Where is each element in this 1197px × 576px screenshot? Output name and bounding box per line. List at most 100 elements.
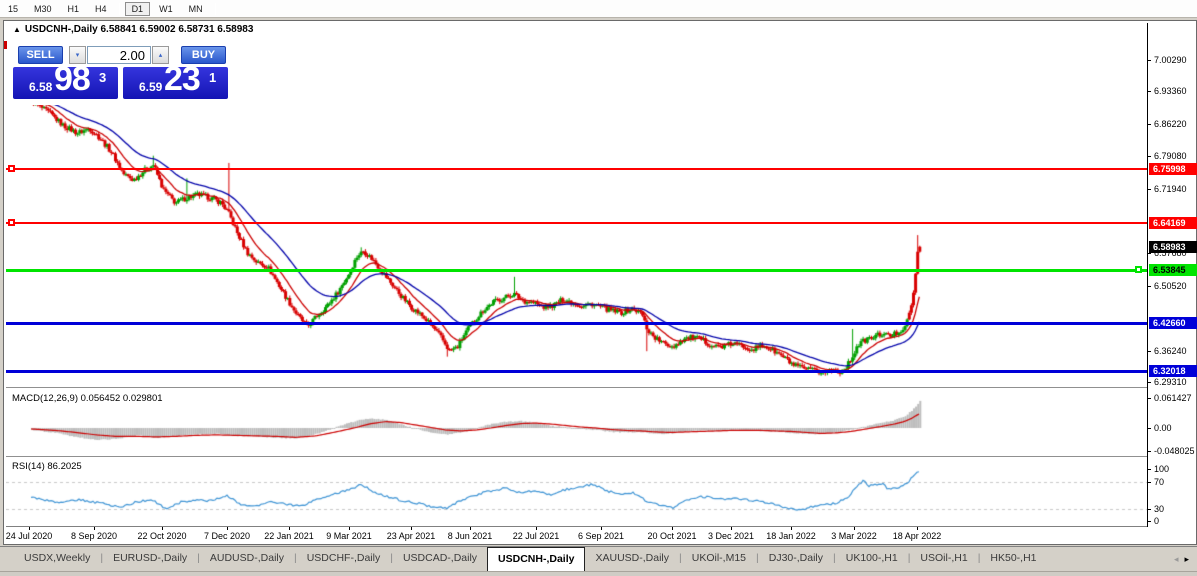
date-axis-label: 7 Dec 2020 [204,531,250,541]
rsi-indicator-canvas[interactable] [6,459,1147,526]
tab-xauusd-daily[interactable]: XAUUSD-,Daily [585,547,679,571]
price-badge: 6.64169 [1149,217,1197,229]
timeframe-button-h4[interactable]: H4 [88,2,114,16]
price-axis-tick [1147,124,1151,125]
tab-scroll-buttons: ◂▸ [1174,547,1197,571]
tab-usoil-h1[interactable]: USOil-,H1 [910,547,977,571]
price-axis-label: 6.71940 [1154,184,1187,194]
line-handle[interactable] [1135,266,1142,273]
date-axis-tick [672,527,673,530]
timeframe-button-h1[interactable]: H1 [61,2,87,16]
date-axis-tick [601,527,602,530]
date-axis-label: 22 Jul 2021 [513,531,560,541]
tab-ukoil-m15[interactable]: UKOil-,M15 [682,547,756,571]
price-axis-label: 6.29310 [1154,377,1187,387]
date-axis-tick [854,527,855,530]
volume-input[interactable] [87,46,151,64]
rsi-indicator-label: RSI(14) 86.2025 [12,461,82,472]
tab-scroll-right-icon[interactable]: ▸ [1184,554,1189,565]
indicator-axis-tick [1147,398,1151,399]
price-badge: 6.32018 [1149,365,1197,377]
horizontal-line-6.64169[interactable] [6,222,1147,224]
buy-price-big: 23 [164,60,200,99]
buy-price-small: 6.59 [139,80,162,94]
date-axis-tick [791,527,792,530]
date-axis-tick [411,527,412,530]
date-axis-tick [29,527,30,530]
indicator-axis-tick [1147,509,1151,510]
sell-price-sup: 3 [99,70,106,85]
tab-hk50-h1[interactable]: HK50-,H1 [980,547,1046,571]
price-axis-tick [1147,189,1151,190]
indicator-axis-label: 30 [1154,504,1164,514]
horizontal-line-6.42660[interactable] [6,322,1147,325]
horizontal-line-6.53845[interactable] [6,269,1147,272]
indicator-axis-tick [1147,451,1151,452]
horizontal-line-6.75998[interactable] [6,168,1147,170]
date-axis-tick [289,527,290,530]
timeframe-button-w1[interactable]: W1 [152,2,180,16]
price-badge: 6.58983 [1149,241,1197,253]
indicator-axis-tick [1147,521,1151,522]
indicator-axis-tick [1147,482,1151,483]
date-axis-label: 9 Mar 2021 [326,531,372,541]
rsi-panel-splitter[interactable] [6,456,1147,458]
bottom-strip [0,571,1197,576]
line-handle[interactable] [8,165,15,172]
price-badge: 6.42660 [1149,317,1197,329]
buy-price-box[interactable]: 6.59 23 1 [123,67,228,99]
price-axis-label: 6.79080 [1154,151,1187,161]
price-axis-tick [1147,286,1151,287]
sell-price-box[interactable]: 6.58 98 3 [13,67,118,99]
tab-dj30-daily[interactable]: DJ30-,Daily [759,547,833,571]
date-axis-tick [349,527,350,530]
date-axis-label: 22 Jan 2021 [264,531,314,541]
date-axis-label: 8 Jun 2021 [448,531,493,541]
date-axis-tick [731,527,732,530]
price-axis-label: 6.36240 [1154,346,1187,356]
date-axis-tick [536,527,537,530]
price-axis-tick [1147,351,1151,352]
tab-uk100-h1[interactable]: UK100-,H1 [836,547,908,571]
indicator-axis-tick [1147,469,1151,470]
indicator-axis-label: 100 [1154,464,1169,474]
tab-usdcad-daily[interactable]: USDCAD-,Daily [393,547,487,571]
timeframe-button-mn[interactable]: MN [182,2,210,16]
tab-eurusd-daily[interactable]: EURUSD-,Daily [103,547,197,571]
chart-window: ▲USDCNH-,Daily 6.58841 6.59002 6.58731 6… [3,20,1197,545]
tab-scroll-left-icon[interactable]: ◂ [1174,554,1179,565]
date-axis-label: 20 Oct 2021 [647,531,696,541]
mt4-application: 15M30H1H4 D1W1MN ▲USDCNH-,Daily 6.58841 6… [0,0,1197,576]
price-badge: 6.75998 [1149,163,1197,175]
date-axis-label: 3 Dec 2021 [708,531,754,541]
price-axis-label: 6.50520 [1154,281,1187,291]
date-axis-tick [917,527,918,530]
horizontal-line-6.32018[interactable] [6,370,1147,373]
macd-panel-splitter[interactable] [6,387,1147,389]
date-axis-tick [227,527,228,530]
date-axis-label: 22 Oct 2020 [137,531,186,541]
price-axis-label: 6.86220 [1154,119,1187,129]
date-axis-tick [94,527,95,530]
timeframe-toolbar: 15M30H1H4 D1W1MN [0,0,1197,18]
line-handle[interactable] [8,219,15,226]
tab-audusd-daily[interactable]: AUDUSD-,Daily [200,547,294,571]
date-axis-tick [470,527,471,530]
tab-usdcnh-daily[interactable]: USDCNH-,Daily [487,547,585,571]
tab-usdchf-daily[interactable]: USDCHF-,Daily [297,547,391,571]
macd-indicator-canvas[interactable] [6,391,1147,456]
sell-price-small: 6.58 [29,80,52,94]
tab-usdx-weekly[interactable]: USDX,Weekly [14,547,100,571]
indicator-axis-tick [1147,428,1151,429]
date-axis-label: 8 Sep 2020 [71,531,117,541]
price-axis-tick [1147,253,1151,254]
price-axis-tick [1147,156,1151,157]
date-axis-label: 24 Jul 2020 [6,531,53,541]
price-badge: 6.53845 [1149,264,1197,276]
timeframe-button-m30[interactable]: M30 [27,2,59,16]
date-axis-label: 3 Mar 2022 [831,531,877,541]
timeframe-button-d1[interactable]: D1 [125,2,151,16]
indicator-axis-label: -0.048025 [1154,446,1195,456]
timeframe-button-15[interactable]: 15 [1,2,25,16]
price-axis-tick [1147,60,1151,61]
